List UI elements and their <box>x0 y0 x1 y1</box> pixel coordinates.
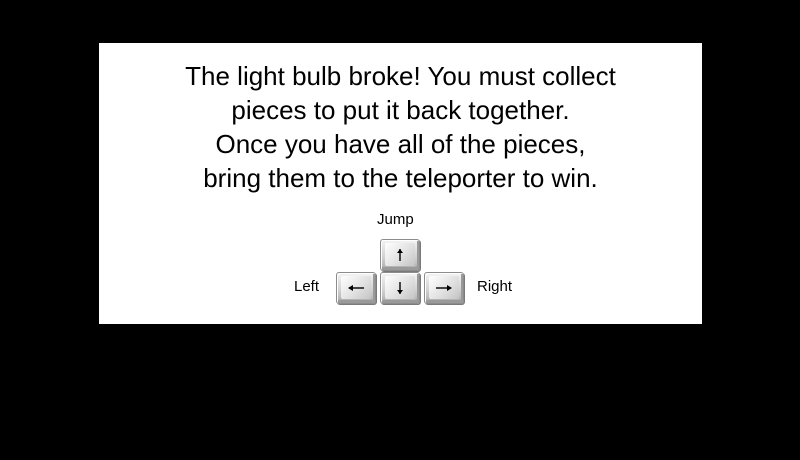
left-label: Left <box>294 278 320 295</box>
arrow-down-icon <box>385 276 415 299</box>
instructions-line: bring them to the teleporter to win. <box>203 163 598 193</box>
instructions-text: The light bulb broke! You must collect p… <box>99 59 702 195</box>
instructions-line: pieces to put it back together. <box>231 95 570 125</box>
right-label: Right <box>477 278 513 295</box>
left-arrow-key <box>336 272 376 304</box>
arrow-right-icon <box>429 276 459 299</box>
arrow-up-icon <box>385 243 415 266</box>
jump-label: Jump <box>377 211 414 228</box>
instructions-panel: The light bulb broke! You must collect p… <box>99 43 702 324</box>
game-screen: The light bulb broke! You must collect p… <box>0 0 800 460</box>
up-arrow-key <box>380 239 420 271</box>
arrow-left-icon <box>341 276 371 299</box>
instructions-line: Once you have all of the pieces, <box>215 129 586 159</box>
instructions-line: The light bulb broke! You must collect <box>185 61 616 91</box>
right-arrow-key <box>424 272 464 304</box>
down-arrow-key <box>380 272 420 304</box>
